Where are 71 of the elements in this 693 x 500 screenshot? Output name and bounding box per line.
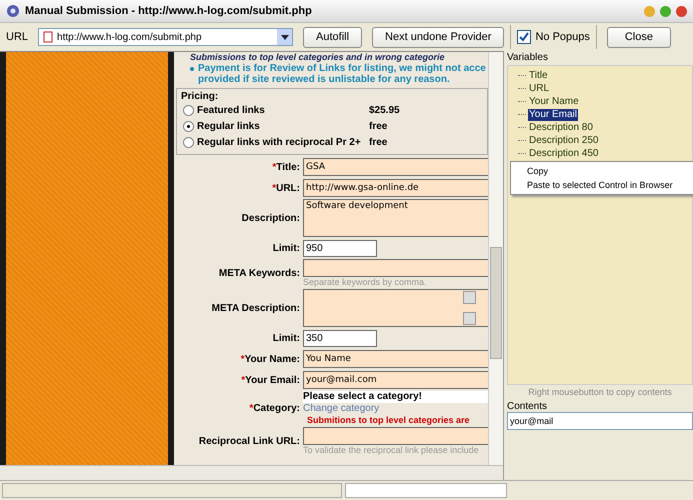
pricing-title: Pricing: bbox=[181, 91, 220, 102]
scroll-up-button[interactable] bbox=[463, 291, 476, 304]
window-title: Manual Submission - http://www.h-log.com/submit.php bbox=[25, 5, 313, 17]
field-label: Limit: bbox=[272, 242, 300, 254]
limit-field[interactable]: 950 bbox=[303, 240, 377, 256]
text-area[interactable]: Software development bbox=[303, 199, 488, 237]
limit-field[interactable]: 350 bbox=[303, 330, 377, 346]
option-price: free bbox=[369, 136, 388, 148]
close-button[interactable]: Close bbox=[606, 26, 671, 48]
input-field[interactable]: You Name bbox=[303, 350, 488, 368]
toolbar-button[interactable]: Autofill bbox=[303, 26, 362, 48]
check-icon bbox=[519, 32, 530, 42]
input-field[interactable]: GSA bbox=[303, 158, 488, 176]
field-label: *Title: bbox=[272, 162, 300, 172]
field-label: *Your Email: bbox=[241, 374, 300, 386]
dropdown-button[interactable] bbox=[277, 29, 292, 45]
menu-item[interactable]: Copy bbox=[511, 164, 693, 178]
category-prompt: Please select a category! bbox=[303, 391, 488, 403]
menu-item[interactable]: Paste to selected Control in Browser bbox=[511, 178, 693, 192]
field-hint: Separate keywords by comma. bbox=[303, 277, 428, 288]
option-label: Featured links bbox=[197, 104, 266, 116]
vertical-scrollbar[interactable] bbox=[488, 52, 503, 465]
field-label: Description: bbox=[242, 212, 300, 224]
contents-field[interactable]: your@mail bbox=[507, 412, 693, 430]
panel-header: Variables bbox=[507, 51, 549, 65]
field-label: *Your Name: bbox=[240, 354, 300, 364]
warning-text: Submitions to top level categories are bbox=[307, 414, 471, 426]
horizontal-scrollbar[interactable] bbox=[0, 465, 503, 480]
panel-hint: Right mousebutton to copy contents bbox=[527, 386, 673, 397]
tree-item[interactable]: Description 250 bbox=[528, 134, 600, 146]
option-label: Regular links with reciprocal Pr 2+ bbox=[197, 136, 362, 148]
field-hint: To validate the reciprocal link please include bbox=[303, 445, 480, 456]
tree-item[interactable]: Your Name bbox=[528, 96, 580, 108]
tree-item[interactable]: Title bbox=[528, 70, 549, 82]
toolbar-button[interactable]: Next undone Provider bbox=[372, 26, 504, 48]
notice-text: Submissions to top level categories and in wrong categorie bbox=[190, 52, 445, 63]
close-window-button[interactable] bbox=[676, 6, 687, 16]
option-price: $25.95 bbox=[369, 104, 400, 116]
url-label: URL bbox=[6, 31, 28, 43]
tree-item[interactable]: URL bbox=[528, 82, 550, 94]
bullet-icon bbox=[190, 67, 194, 71]
input-field[interactable] bbox=[303, 427, 488, 445]
field-label: *URL: bbox=[272, 182, 300, 194]
input-field[interactable]: your@mail.com bbox=[303, 371, 488, 389]
field-label: META Description: bbox=[212, 302, 300, 314]
radio-button[interactable] bbox=[183, 136, 194, 148]
input-field[interactable] bbox=[303, 259, 488, 277]
input-field[interactable]: http://www.gsa-online.de bbox=[303, 179, 488, 197]
notice-text: Payment is for Review of Links for listing, we might not acce provided if site reviewed is unlistable for any reason. bbox=[198, 63, 487, 85]
change-category-link[interactable]: Change category bbox=[303, 403, 488, 414]
checkbox[interactable] bbox=[517, 30, 532, 44]
app-icon bbox=[6, 4, 20, 18]
tree-item[interactable]: Description 450 bbox=[528, 148, 600, 160]
caret-icon bbox=[280, 34, 289, 40]
field-label: META Keywords: bbox=[218, 268, 300, 279]
field-label: Reciprocal Link URL: bbox=[198, 436, 300, 447]
radio-button[interactable] bbox=[183, 104, 194, 116]
field-label: *Category: bbox=[249, 403, 300, 414]
option-label: Regular links bbox=[197, 120, 261, 132]
maximize-button[interactable] bbox=[660, 6, 671, 16]
contents-label: Contents bbox=[507, 401, 548, 412]
scroll-down-button[interactable] bbox=[463, 312, 476, 325]
tree-item[interactable]: Description 80 bbox=[528, 122, 594, 134]
field-label: Limit: bbox=[272, 332, 300, 344]
page-icon bbox=[42, 31, 54, 43]
radio-button[interactable] bbox=[183, 120, 194, 132]
text-area[interactable] bbox=[303, 289, 488, 327]
checkbox-label: No Popups bbox=[535, 31, 590, 43]
tree-item[interactable]: Your Email bbox=[528, 108, 578, 120]
url-field[interactable]: http://www.h-log.com/submit.php bbox=[38, 28, 294, 46]
option-price: free bbox=[369, 120, 388, 132]
